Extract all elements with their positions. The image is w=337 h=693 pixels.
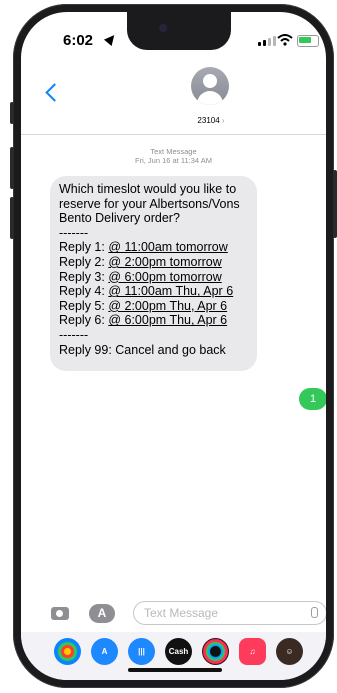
option-line: Reply 3: @ 6:00pm tomorrow	[59, 270, 248, 285]
message-meta: Text Message Fri, Jun 16 at 11:34 AM	[21, 147, 326, 165]
option-slot-link[interactable]: @ 2:00pm Thu, Apr 6	[108, 299, 227, 313]
memoji-icon[interactable]: ☺	[276, 638, 303, 665]
photos-icon[interactable]	[54, 638, 81, 665]
front-camera	[159, 24, 167, 32]
contact-name[interactable]: 23104 ›	[191, 116, 231, 125]
option-prefix: Reply 4:	[59, 284, 109, 299]
option-slot-link[interactable]: @ 6:00pm tomorrow	[108, 270, 221, 284]
wifi-icon	[277, 34, 293, 46]
separator-bottom: -------	[59, 327, 89, 342]
option-slot-link[interactable]: @ 6:00pm Thu, Apr 6	[108, 313, 227, 327]
contact-avatar[interactable]	[191, 67, 229, 105]
home-indicator[interactable]	[128, 668, 222, 672]
cancel-line: Reply 99: Cancel and go back	[59, 342, 226, 357]
phone-volume-down-button	[10, 197, 14, 239]
contact-chevron-icon: ›	[221, 116, 225, 125]
audio-messages-icon[interactable]: |||	[128, 638, 155, 665]
message-intro: Which timeslot would you like to reserve…	[59, 182, 240, 226]
incoming-message-bubble[interactable]: Which timeslot would you like to reserve…	[50, 176, 257, 371]
option-prefix: Reply 5:	[59, 298, 109, 313]
back-chevron-icon[interactable]	[45, 83, 64, 102]
apple-cash-icon[interactable]: Cash	[165, 638, 192, 665]
option-line: Reply 5: @ 2:00pm Thu, Apr 6	[59, 299, 248, 314]
option-line: Reply 4: @ 11:00am Thu, Apr 6	[59, 284, 248, 299]
service-label: Text Message	[150, 147, 197, 156]
option-prefix: Reply 3:	[59, 269, 109, 284]
option-line: Reply 1: @ 11:00am tomorrow	[59, 240, 248, 255]
option-line: Reply 2: @ 2:00pm tomorrow	[59, 255, 248, 270]
header-divider	[21, 134, 326, 135]
outgoing-message-bubble[interactable]: 1	[299, 388, 326, 410]
phone-screen: 6:02 23104 › Text Message Fri, Jun 16 at…	[21, 12, 326, 680]
music-icon[interactable]: ♫	[239, 638, 266, 665]
option-slot-link[interactable]: @ 11:00am Thu, Apr 6	[108, 284, 233, 298]
option-prefix: Reply 1:	[59, 240, 109, 255]
contact-number: 23104	[197, 116, 220, 125]
option-prefix: Reply 6:	[59, 313, 109, 328]
separator-top: -------	[59, 225, 89, 240]
microphone-icon[interactable]	[311, 607, 318, 618]
app-store-button[interactable]: A	[89, 604, 115, 623]
message-timestamp: Fri, Jun 16 at 11:34 AM	[135, 156, 212, 165]
location-arrow-icon	[103, 31, 119, 47]
app-store-icon[interactable]: A	[91, 638, 118, 665]
phone-volume-up-button	[10, 147, 14, 189]
message-input[interactable]: Text Message	[133, 601, 326, 625]
compose-bar: A Text Message	[21, 597, 326, 635]
dynamic-island	[127, 12, 231, 50]
option-slot-link[interactable]: @ 11:00am tomorrow	[108, 240, 227, 254]
option-line: Reply 6: @ 6:00pm Thu, Apr 6	[59, 313, 248, 328]
option-prefix: Reply 2:	[59, 254, 109, 269]
phone-action-button	[10, 102, 14, 124]
apple-cash-label: Cash	[168, 647, 189, 656]
message-input-placeholder: Text Message	[144, 606, 219, 620]
phone-power-button	[333, 170, 337, 238]
camera-icon[interactable]	[51, 607, 69, 620]
battery-icon	[297, 35, 319, 47]
option-slot-link[interactable]: @ 2:00pm tomorrow	[108, 255, 221, 269]
status-time: 6:02	[63, 32, 94, 49]
fitness-icon[interactable]	[202, 638, 229, 665]
cellular-signal-icon	[258, 36, 276, 46]
imessage-app-drawer: A ||| Cash ♫ ☺	[21, 632, 326, 680]
